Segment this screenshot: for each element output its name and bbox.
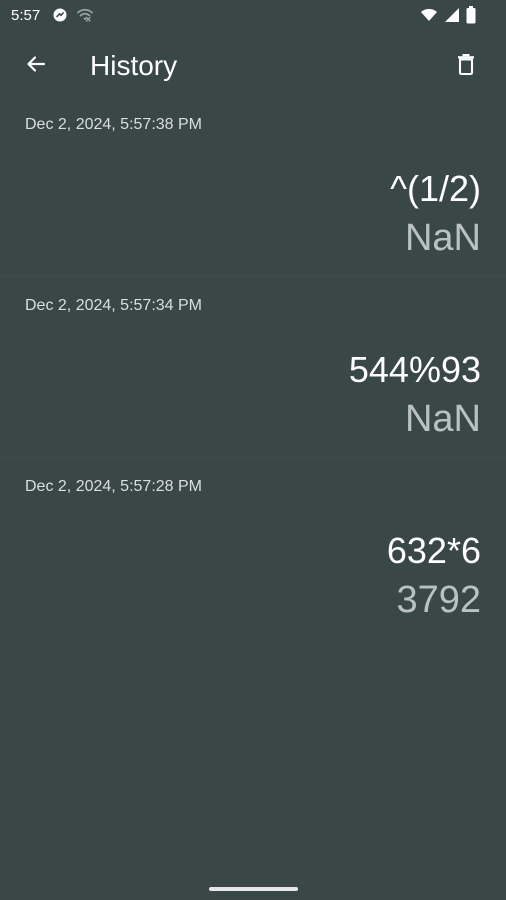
history-result: NaN	[404, 217, 481, 259]
history-item[interactable]: Dec 2, 2024, 5:57:38 PM ^(1/2) NaN	[0, 96, 506, 277]
page-title: History	[90, 50, 178, 81]
arrow-left-icon	[24, 52, 48, 76]
history-list: Dec 2, 2024, 5:57:38 PM ^(1/2) NaN Dec 2…	[0, 96, 506, 638]
history-result: NaN	[404, 398, 481, 440]
clear-history-button[interactable]	[446, 44, 486, 84]
history-date: Dec 2, 2024, 5:57:38 PM	[25, 116, 202, 133]
status-bar: 5:57	[0, 0, 506, 32]
history-date: Dec 2, 2024, 5:57:34 PM	[25, 297, 202, 314]
cell-signal-icon	[444, 7, 460, 23]
trash-icon	[455, 52, 477, 76]
history-item[interactable]: Dec 2, 2024, 5:57:34 PM 544%93 NaN	[0, 277, 506, 458]
app-bar: History	[0, 32, 506, 96]
history-item[interactable]: Dec 2, 2024, 5:57:28 PM 632*6 3792	[0, 458, 506, 638]
history-result: 3792	[396, 579, 481, 621]
history-expression: ^(1/2)	[390, 168, 481, 209]
history-expression: 544%93	[348, 349, 481, 390]
history-expression: 632*6	[386, 530, 481, 571]
history-date: Dec 2, 2024, 5:57:28 PM	[25, 478, 202, 495]
notification-icon	[52, 7, 68, 23]
status-right-icons	[420, 6, 476, 24]
gesture-nav-handle[interactable]	[209, 887, 298, 891]
wifi-off-icon	[76, 7, 94, 23]
wifi-icon	[420, 7, 438, 23]
status-time: 5:57	[11, 7, 41, 24]
status-left-icons	[52, 7, 94, 23]
back-button[interactable]	[16, 44, 56, 84]
battery-icon	[466, 6, 476, 24]
